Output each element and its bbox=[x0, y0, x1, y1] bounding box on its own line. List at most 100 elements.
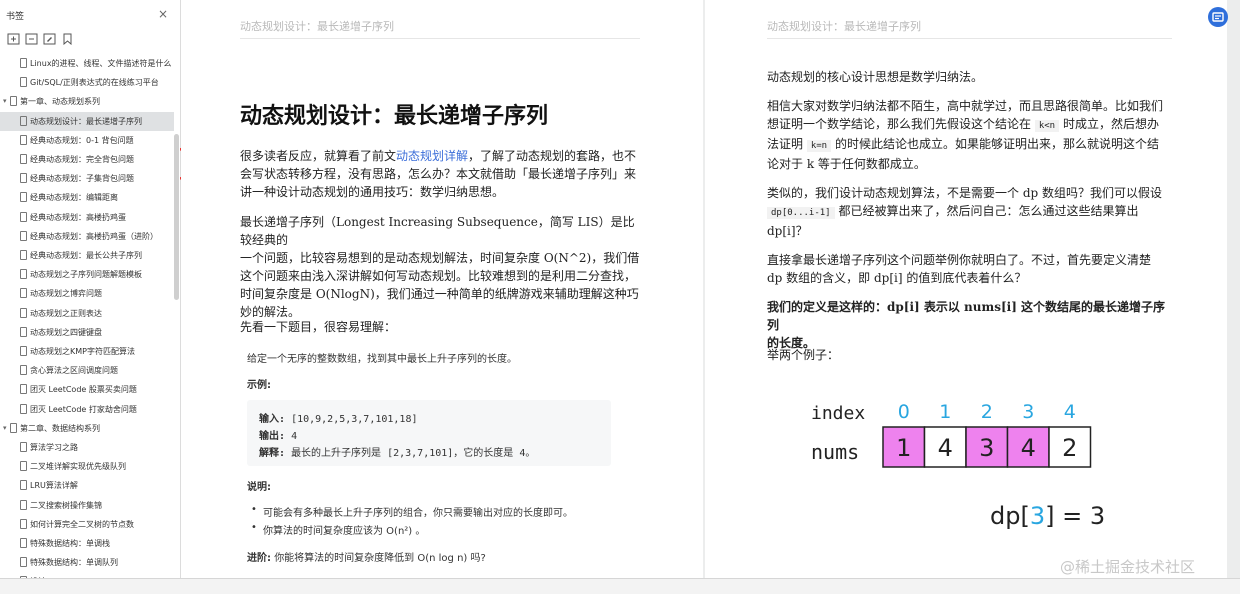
bookmark-item[interactable]: LRU算法详解 bbox=[0, 476, 174, 495]
text: 都已经被算出来了，然后问自己：怎么通过这些结果算出 bbox=[838, 204, 1139, 218]
bookmark-item[interactable]: 二叉堆详解实现优先级队列 bbox=[0, 457, 174, 476]
lis-paragraph: 最长递增子序列（Longest Increasing Subsequence，简… bbox=[240, 213, 645, 321]
bookmark-item[interactable]: 动态规划之四键键盘 bbox=[0, 323, 174, 342]
nums-value: 3 bbox=[979, 434, 994, 462]
bookmark-icon bbox=[20, 384, 27, 395]
bookmark-label: 动态规划之博弈问题 bbox=[30, 289, 102, 299]
sidebar-scrollbar[interactable] bbox=[174, 134, 179, 300]
bookmark-item[interactable]: 动态规划设计：最长递增子序列 bbox=[0, 111, 174, 131]
text: 最长递增子序列（Longest Increasing Subsequence，简… bbox=[240, 215, 635, 247]
explain-line: 解释: 最长的上升子序列是 [2,3,7,101]，它的长度是 4。 bbox=[259, 444, 535, 459]
page-left: 动态规划设计：最长递增子序列 动态规划设计：最长递增子序列 很多读者反应，就算看… bbox=[181, 0, 703, 578]
text: 类似的，我们设计动态规划算法，不是需要一个 dp 数组吗？我们可以假设 bbox=[767, 186, 1162, 200]
bookmark-icon bbox=[20, 365, 27, 376]
example-intro-paragraph: 直接拿最长递增子序列这个问题举例你就明白了。不过，首先要定义清楚 dp 数组的含… bbox=[767, 251, 1177, 287]
bookmark-item[interactable]: 经典动态规划：高楼扔鸡蛋 bbox=[0, 208, 174, 227]
bookmark-item[interactable]: 经典动态规划：编辑距离 bbox=[0, 188, 174, 207]
bookmark-label: 动态规划之正则表达 bbox=[30, 308, 102, 318]
bookmark-item[interactable]: 动态规划之博弈问题 bbox=[0, 284, 174, 303]
bookmark-chapter[interactable]: ▾ 第一章、动态规划系列 bbox=[0, 92, 174, 111]
sidebar-toolbar bbox=[0, 30, 181, 50]
expand-caret-icon[interactable]: ▾ bbox=[3, 424, 7, 432]
text: 会写状态转移方程，没有思路，怎么办？本文就借助「最长递增子序列」来 bbox=[240, 167, 637, 181]
input-line: 输入: [10,9,2,5,3,7,101,18] bbox=[259, 410, 418, 425]
bookmark-item[interactable]: 团灭 LeetCode 股票买卖问题 bbox=[0, 380, 174, 399]
bookmark-list: Linux的进程、线程、文件描述符是什么 Git/SQL/正则表达式的在线练习平台… bbox=[0, 54, 174, 594]
running-head: 动态规划设计：最长递增子序列 bbox=[767, 20, 921, 33]
index-row: 0 1 2 3 4 bbox=[898, 401, 1076, 423]
induction-paragraph: 相信大家对数学归纳法都不陌生，高中就学过，而且思路很简单。比如我们 想证明一个数… bbox=[767, 97, 1177, 173]
intro-paragraph: 很多读者反应，就算看了前文动态规划详解，了解了动态规划的套路，也不 会写状态转移… bbox=[240, 147, 645, 201]
bookmark-item[interactable]: 经典动态规划：完全背包问题 bbox=[0, 150, 174, 169]
note-text: 可能会有多种最长上升子序列的组合，你只需要输出对应的长度即可。 bbox=[263, 508, 573, 519]
bookmark-item[interactable]: 贪心算法之区间调度问题 bbox=[0, 361, 174, 380]
bookmark-item[interactable]: 算法学习之路 bbox=[0, 438, 174, 457]
text: 论对于 k 等于任何数都成立。 bbox=[767, 157, 926, 171]
bookmark-item[interactable]: 经典动态规划：0-1 背包问题 bbox=[0, 131, 174, 150]
bookmark-label: 动态规划之子序列问题解题模板 bbox=[30, 270, 142, 280]
bookmark-label: LRU算法详解 bbox=[30, 481, 78, 491]
bookmark-icon bbox=[10, 96, 17, 107]
watermark: @稀土掘金技术社区 bbox=[1060, 558, 1196, 576]
bookmark-chapter[interactable]: ▾ 第二章、数据结构系列 bbox=[0, 419, 174, 438]
bookmark-item[interactable]: 二叉搜索树操作集锦 bbox=[0, 496, 174, 515]
text: 时间复杂度是 O(NlogN)，我们通过一种简单的纸牌游戏来辅助理解这种巧 bbox=[240, 287, 639, 301]
note-item-1: • 可能会有多种最长上升子序列的组合，你只需要输出对应的长度即可。 bbox=[251, 504, 573, 519]
bookmark-icon bbox=[20, 403, 27, 414]
problem-statement: 给定一个无序的整数数组，找到其中最长上升子序列的长度。 示例: bbox=[247, 350, 627, 391]
expand-caret-icon[interactable]: ▾ bbox=[3, 97, 7, 105]
close-icon[interactable]: × bbox=[158, 8, 168, 20]
bookmark-item[interactable]: 经典动态规划：高楼扔鸡蛋（进阶） bbox=[0, 227, 174, 246]
bookmark-icon bbox=[20, 557, 27, 568]
example-code-block: 输入: [10,9,2,5,3,7,101,18] 输出: 4 解释: 最长的上… bbox=[247, 400, 611, 466]
inline-code: k=n bbox=[806, 140, 832, 152]
text: 我们的定义是这样的：dp[i] 表示以 nums[i] 这个数结尾的最长递增子序… bbox=[767, 300, 1166, 332]
bookmark-icon bbox=[20, 326, 27, 337]
nums-value: 4 bbox=[1021, 434, 1036, 462]
bookmark-item[interactable]: 如何计算完全二叉树的节点数 bbox=[0, 515, 174, 534]
bookmark-item[interactable]: 动态规划之子序列问题解题模板 bbox=[0, 265, 174, 284]
text: 讲一种设计动态规划的通用技巧：数学归纳思想。 bbox=[240, 185, 505, 199]
dp-detail-link[interactable]: 动态规划详解 bbox=[396, 149, 468, 163]
inline-code: dp[0...i-1] bbox=[767, 207, 835, 219]
bookmark-label: 经典动态规划：高楼扔鸡蛋 bbox=[30, 212, 126, 222]
bookmark-item[interactable]: 经典动态规划：最长公共子序列 bbox=[0, 246, 174, 265]
bookmark-edit-icon[interactable] bbox=[43, 33, 56, 45]
translate-icon[interactable] bbox=[1208, 7, 1228, 27]
bookmark-item[interactable]: 特殊数据结构：单调队列 bbox=[0, 553, 174, 572]
bookmark-icon bbox=[20, 518, 27, 529]
bookmark-icon bbox=[20, 250, 27, 260]
output-label: 输出: bbox=[259, 431, 286, 442]
explain-value: 最长的上升子序列是 [2,3,7,101]，它的长度是 4。 bbox=[291, 448, 536, 459]
bookmark-item[interactable]: 动态规划之正则表达 bbox=[0, 304, 174, 323]
bookmark-item[interactable]: Git/SQL/正则表达式的在线练习平台 bbox=[0, 73, 174, 92]
bookmark-item[interactable]: 团灭 LeetCode 打家劫舍问题 bbox=[0, 400, 174, 419]
index-value: 4 bbox=[1064, 401, 1076, 423]
explain-label: 解释: bbox=[259, 448, 286, 459]
lead-in-paragraph: 先看一下题目，很容易理解： bbox=[240, 320, 397, 334]
status-bar bbox=[0, 578, 1240, 594]
bookmark-label: 团灭 LeetCode 打家劫舍问题 bbox=[30, 404, 137, 414]
text: 直接拿最长递增子序列这个问题举例你就明白了。不过，首先要定义清楚 bbox=[767, 253, 1152, 267]
bookmark-label: 经典动态规划：子集背包问题 bbox=[30, 174, 134, 184]
bookmark-label: Linux的进程、线程、文件描述符是什么 bbox=[30, 59, 172, 68]
bookmark-item[interactable]: 特殊数据结构：单调栈 bbox=[0, 534, 174, 553]
bookmark-label: 第二章、数据结构系列 bbox=[20, 423, 100, 433]
document-viewport[interactable]: 动态规划设计：最长递增子序列 动态规划设计：最长递增子序列 很多读者反应，就算看… bbox=[181, 0, 1240, 594]
bookmark-label: 动态规划之四键键盘 bbox=[30, 327, 102, 337]
nums-value: 4 bbox=[938, 434, 953, 462]
bookmark-label: 如何计算完全二叉树的节点数 bbox=[30, 519, 134, 529]
bookmark-icon bbox=[20, 461, 27, 472]
bookmark-icon bbox=[20, 480, 27, 491]
bookmark-item[interactable]: 动态规划之KMP字符匹配算法 bbox=[0, 342, 174, 361]
bookmark-item[interactable]: Linux的进程、线程、文件描述符是什么 bbox=[0, 54, 174, 73]
core-idea-paragraph: 动态规划的核心设计思想是数学归纳法。 bbox=[767, 70, 984, 84]
collapse-all-icon[interactable] bbox=[25, 33, 38, 45]
expand-all-icon[interactable] bbox=[7, 33, 20, 45]
bookmark-label: 经典动态规划：高楼扔鸡蛋（进阶） bbox=[30, 231, 158, 241]
dp-suffix: ] = 3 bbox=[1045, 502, 1105, 530]
bookmark-add-icon[interactable] bbox=[61, 33, 74, 45]
bookmark-icon bbox=[20, 192, 27, 203]
bookmark-item[interactable]: 经典动态规划：子集背包问题 bbox=[0, 169, 174, 188]
bookmark-label: 贪心算法之区间调度问题 bbox=[30, 366, 118, 376]
